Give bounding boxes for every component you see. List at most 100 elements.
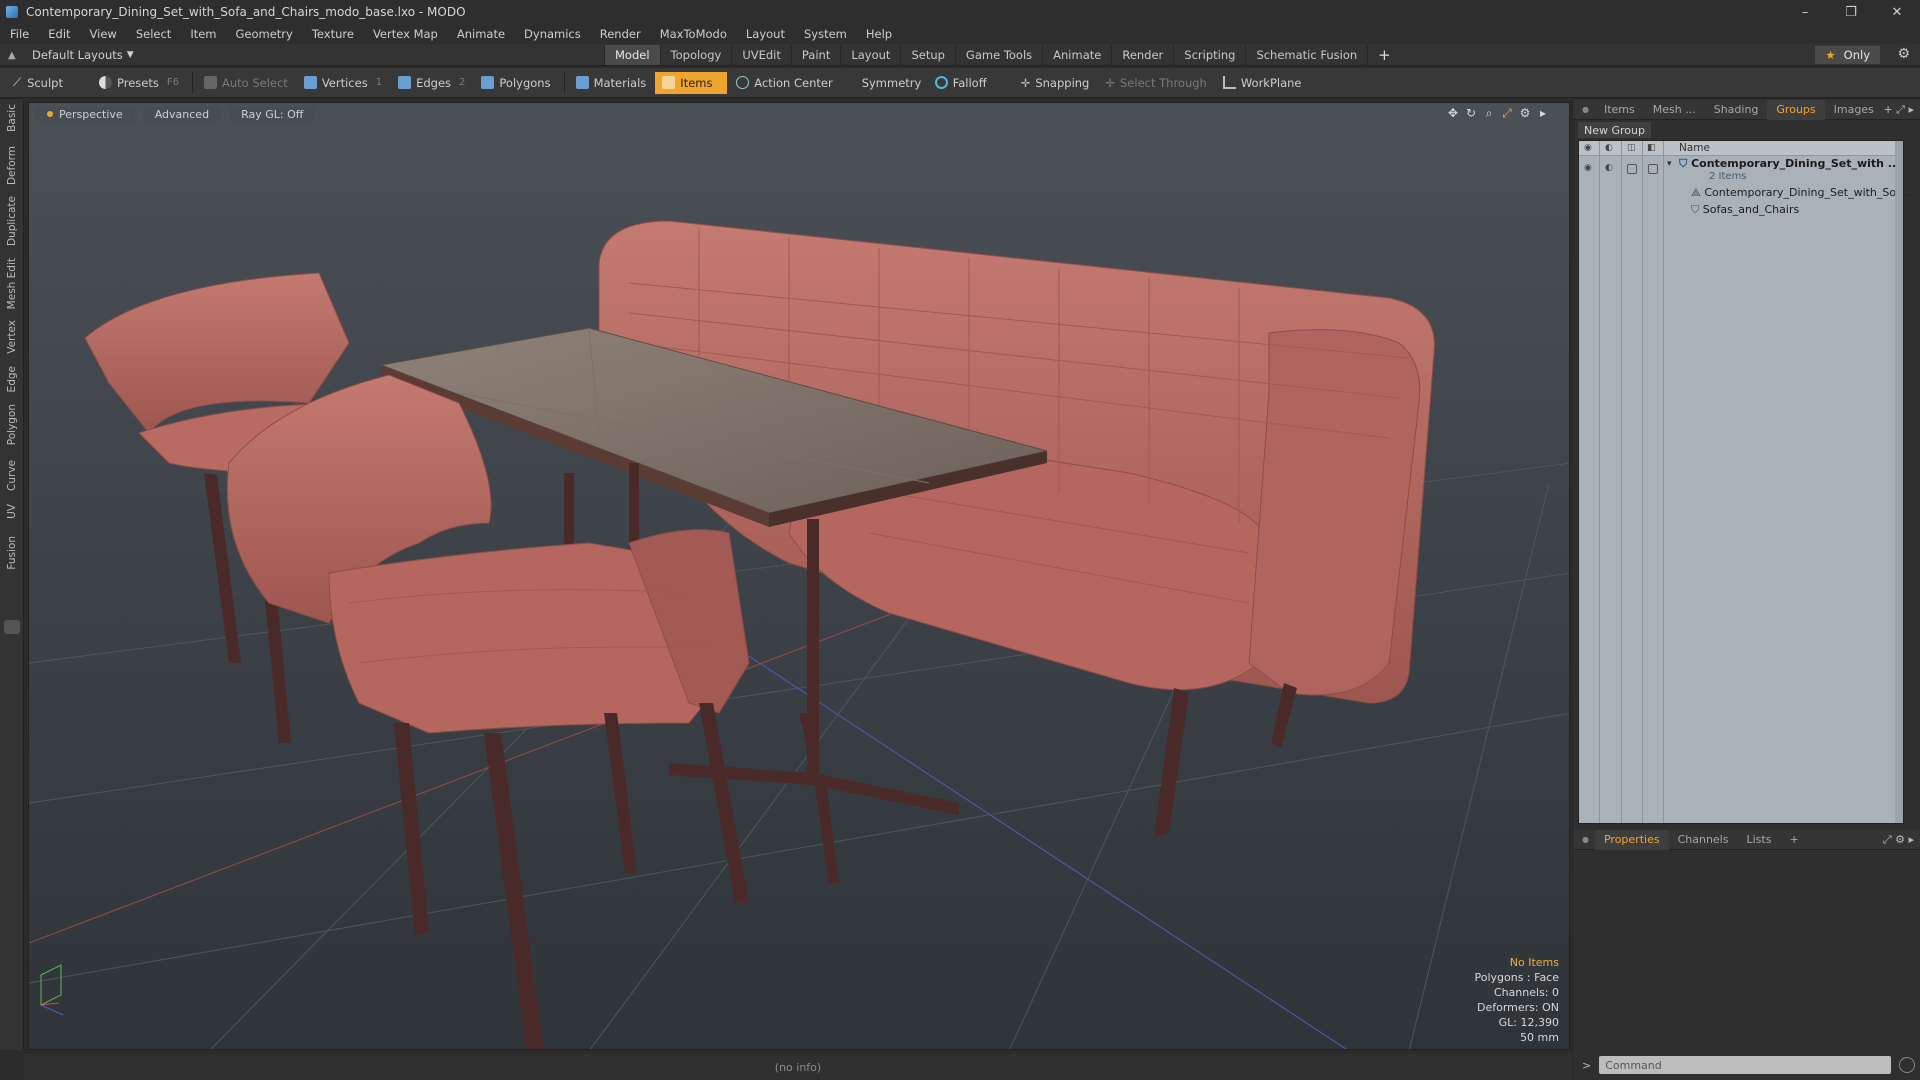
polygons-info: Polygons : Face xyxy=(1474,971,1559,984)
menu-render[interactable]: Render xyxy=(600,27,641,41)
tab-game-tools[interactable]: Game Tools xyxy=(954,45,1042,65)
tab-properties[interactable]: Properties xyxy=(1594,829,1669,850)
menu-layout[interactable]: Layout xyxy=(746,27,785,41)
minimize-button[interactable]: – xyxy=(1782,0,1828,24)
menu-item[interactable]: Item xyxy=(190,27,216,41)
shading-mode-button[interactable]: Advanced xyxy=(142,106,222,122)
menu-animate[interactable]: Animate xyxy=(457,27,505,41)
add-tab-icon[interactable]: + xyxy=(1780,830,1807,850)
vtab-basic[interactable]: Basic xyxy=(0,104,24,132)
group-child-row[interactable]: ⟁ Contemporary_Dining_Set_with_So ... xyxy=(1691,186,1910,200)
menu-system[interactable]: System xyxy=(804,27,847,41)
tab-schematic-fusion[interactable]: Schematic Fusion xyxy=(1245,45,1367,65)
add-tab-icon[interactable]: + xyxy=(1367,45,1401,65)
groups-scrollbar[interactable] xyxy=(1895,141,1903,823)
panel-expand-icon[interactable]: + ⤢ ▸ xyxy=(1883,103,1914,117)
tab-scripting[interactable]: Scripting xyxy=(1173,45,1245,65)
close-button[interactable]: ✕ xyxy=(1874,0,1920,24)
items-button[interactable]: Items xyxy=(655,71,728,94)
tab-layout[interactable]: Layout xyxy=(840,45,900,65)
scene-render xyxy=(29,103,1569,1049)
vtab-deform[interactable]: Deform xyxy=(0,146,24,185)
auto-select-button[interactable]: Auto Select xyxy=(197,72,295,94)
menu-edit[interactable]: Edit xyxy=(48,27,70,41)
tab-lists[interactable]: Lists xyxy=(1737,830,1780,850)
vtab-vertex[interactable]: Vertex xyxy=(0,320,24,354)
vtab-curve[interactable]: Curve xyxy=(0,460,24,491)
polygons-button[interactable]: Polygons xyxy=(474,72,557,94)
viewport-info-overlay: No Items Polygons : Face Channels: 0 Def… xyxy=(1474,955,1559,1045)
vtab-duplicate[interactable]: Duplicate xyxy=(0,196,24,246)
viewport-menu-arrow-icon[interactable]: ▸ xyxy=(1535,105,1551,121)
sculpt-button[interactable]: ⟋ Sculpt xyxy=(6,72,90,94)
group-child-row[interactable]: ⛉ Sofas_and_Chairs xyxy=(1691,203,1799,217)
vtab-edge[interactable]: Edge xyxy=(0,366,24,392)
workplane-button[interactable]: WorkPlane xyxy=(1216,72,1309,94)
rotate-icon[interactable]: ↻ xyxy=(1463,105,1479,121)
menu-geometry[interactable]: Geometry xyxy=(236,27,293,41)
new-group-button[interactable]: New Group xyxy=(1578,122,1651,138)
vtab-polygon[interactable]: Polygon xyxy=(0,404,24,445)
select-through-button[interactable]: ✛ Select Through xyxy=(1098,72,1213,94)
vtab-mesh-edit[interactable]: Mesh Edit xyxy=(0,258,24,309)
view-mode-button[interactable]: Perspective xyxy=(35,106,135,122)
tab-mesh[interactable]: Mesh ... xyxy=(1644,100,1705,120)
menu-help[interactable]: Help xyxy=(866,27,892,41)
tab-setup[interactable]: Setup xyxy=(900,45,954,65)
command-arrow-icon[interactable]: > xyxy=(1582,1059,1591,1072)
snapping-button[interactable]: ✛ Snapping xyxy=(1014,72,1097,94)
menu-maxtomodo[interactable]: MaxToModo xyxy=(660,27,727,41)
tab-shading[interactable]: Shading xyxy=(1705,100,1768,120)
vtab-fusion[interactable]: Fusion xyxy=(0,536,24,570)
tab-channels[interactable]: Channels xyxy=(1669,830,1738,850)
pan-icon[interactable]: ✥ xyxy=(1445,105,1461,121)
menu-texture[interactable]: Texture xyxy=(312,27,354,41)
eye-icon[interactable]: ◉ xyxy=(1584,163,1596,173)
action-center-button[interactable]: Action Center xyxy=(729,72,839,94)
tab-model[interactable]: Model xyxy=(604,45,660,65)
materials-button[interactable]: Materials xyxy=(569,72,654,94)
panel-toggle-icon[interactable] xyxy=(4,620,20,634)
menu-view[interactable]: View xyxy=(90,27,117,41)
fit-icon[interactable]: ⤢ xyxy=(1499,105,1515,121)
menu-select[interactable]: Select xyxy=(136,27,171,41)
tab-groups[interactable]: Groups xyxy=(1767,99,1825,120)
name-column-header: Name xyxy=(1679,142,1710,154)
zoom-icon[interactable]: ⌕ xyxy=(1481,105,1497,121)
gear-icon[interactable]: ⚙ xyxy=(1897,46,1910,62)
vertices-button[interactable]: Vertices 1 xyxy=(297,72,389,94)
snapping-icon: ✛ xyxy=(1020,75,1031,90)
falloff-button[interactable]: Falloff xyxy=(928,72,1012,94)
menu-vertex-map[interactable]: Vertex Map xyxy=(373,27,438,41)
record-macro-icon[interactable] xyxy=(1899,1057,1916,1073)
layout-collapse-icon[interactable]: ▲ xyxy=(8,50,20,61)
tab-render[interactable]: Render xyxy=(1111,45,1173,65)
expand-arrow-icon[interactable]: ▾ xyxy=(1667,159,1672,169)
tab-uvedit[interactable]: UVEdit xyxy=(731,45,791,65)
falloff-label: Falloff xyxy=(952,75,987,90)
presets-button[interactable]: Presets F6 xyxy=(92,72,186,94)
select-checkbox[interactable] xyxy=(1648,164,1658,174)
tab-items[interactable]: Items xyxy=(1595,100,1644,120)
3d-viewport[interactable]: Perspective Advanced Ray GL: Off ✥ ↻ ⌕ ⤢… xyxy=(28,102,1570,1050)
raygl-button[interactable]: Ray GL: Off xyxy=(229,106,316,122)
menu-dynamics[interactable]: Dynamics xyxy=(524,27,581,41)
symmetry-button[interactable]: Symmetry xyxy=(842,72,926,94)
group-row[interactable]: ⛉ Contemporary_Dining_Set_with ... xyxy=(1679,157,1900,171)
render-toggle-icon[interactable]: ◐ xyxy=(1605,163,1617,173)
command-input[interactable]: Command xyxy=(1599,1056,1892,1074)
edges-button[interactable]: Edges 2 xyxy=(391,72,472,94)
tab-paint[interactable]: Paint xyxy=(790,45,840,65)
only-toggle-button[interactable]: ★ Only xyxy=(1815,46,1880,64)
layout-dropdown[interactable]: ▲ Default Layouts ▼ xyxy=(8,48,134,62)
vtab-uv[interactable]: UV xyxy=(0,504,24,519)
polygons-icon xyxy=(481,76,495,89)
lock-checkbox[interactable] xyxy=(1627,164,1637,174)
menu-file[interactable]: File xyxy=(10,27,29,41)
tab-topology[interactable]: Topology xyxy=(659,45,732,65)
tab-animate[interactable]: Animate xyxy=(1042,45,1111,65)
viewport-settings-icon[interactable]: ⚙ xyxy=(1517,105,1533,121)
maximize-button[interactable]: ❐ xyxy=(1828,0,1874,24)
panel-expand-icon[interactable]: ⤢ ⚙ ▸ xyxy=(1883,833,1914,847)
tab-images[interactable]: Images xyxy=(1825,100,1883,120)
